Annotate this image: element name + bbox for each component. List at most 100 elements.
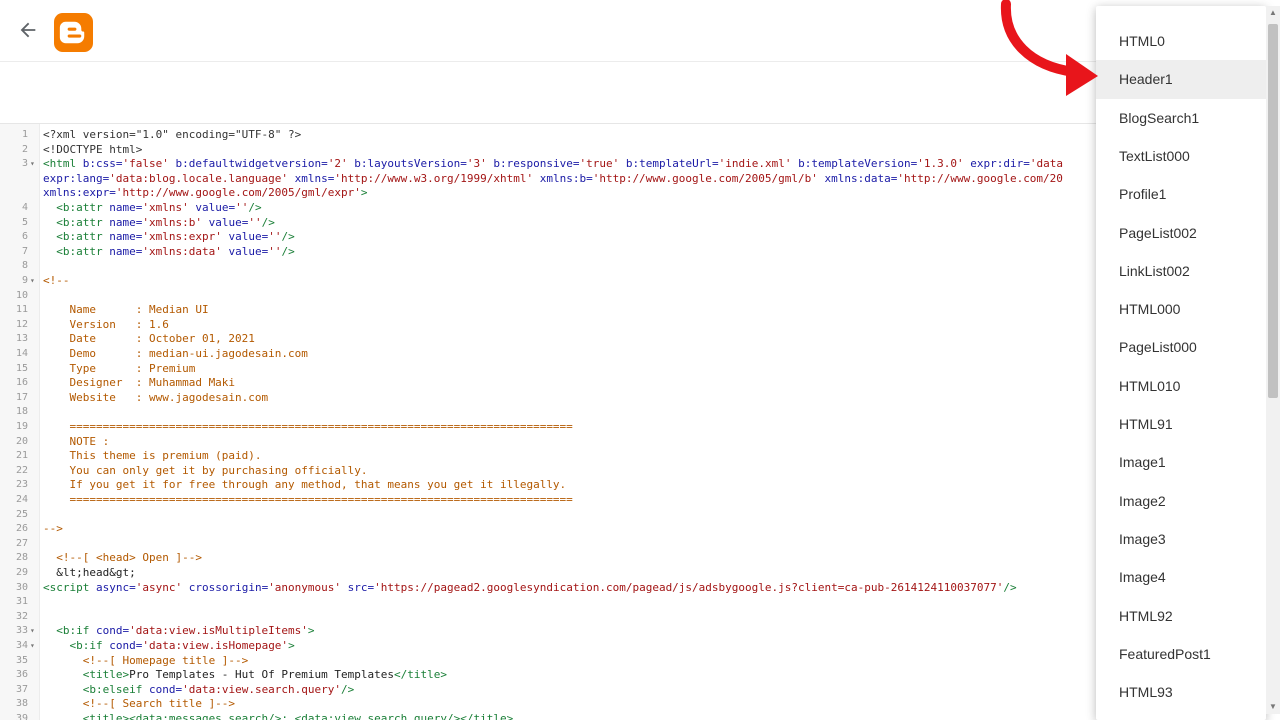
code-line[interactable]: 17 Website : www.jagodesain.com	[0, 391, 1280, 406]
code-line[interactable]: 14 Demo : median-ui.jagodesain.com	[0, 347, 1280, 362]
code-line[interactable]: 3 ▾ <html b:css='false' b:defaultwidgetver…	[0, 157, 1280, 172]
code-line[interactable]: 6 <b:attr name='xmlns:expr' value=''/>	[0, 230, 1280, 245]
fold-toggle-icon[interactable]: ▾	[30, 639, 38, 654]
code-token: b:responsive=	[486, 157, 580, 171]
code-token: <b:attr	[43, 215, 110, 229]
code-token: If you get it for free through any metho…	[43, 478, 567, 492]
code-line[interactable]: 35 <!--[ Homepage title ]-->	[0, 654, 1280, 669]
dropdown-item-pagelist002[interactable]: PageList002	[1096, 214, 1266, 252]
code-line[interactable]: 28 <!--[ <head> Open ]-->	[0, 551, 1280, 566]
dropdown-item-html000[interactable]: HTML000	[1096, 290, 1266, 328]
code-line[interactable]: 31	[0, 595, 1280, 610]
dropdown-item-html0[interactable]: HTML0	[1096, 22, 1266, 60]
dropdown-item-linklist002[interactable]: LinkList002	[1096, 252, 1266, 290]
code-line[interactable]: 20 NOTE :	[0, 435, 1280, 450]
line-number: 16	[15, 377, 28, 389]
dropdown-item-image4[interactable]: Image4	[1096, 558, 1266, 596]
code-line[interactable]: 33 ▾ <b:if cond='data:view.isMultipleItem…	[0, 624, 1280, 639]
code-line[interactable]: 15 Type : Premium	[0, 362, 1280, 377]
code-line[interactable]: 30 <script async='async' crossorigin='ano…	[0, 581, 1280, 596]
dropdown-scrollbar[interactable]: ▲ ▼	[1266, 6, 1280, 714]
fold-toggle-icon[interactable]: ▾	[30, 157, 38, 172]
code-line[interactable]: 12 Version : 1.6	[0, 318, 1280, 333]
code-token: />	[341, 682, 355, 696]
dropdown-item-header1[interactable]: Header1	[1096, 60, 1266, 99]
code-line[interactable]: 13 Date : October 01, 2021	[0, 332, 1280, 347]
code-line[interactable]: 34 ▾ <b:if cond='data:view.isHomepage'>	[0, 639, 1280, 654]
code-line[interactable]: 16 Designer : Muhammad Maki	[0, 376, 1280, 391]
code-text: &lt;head&gt;	[43, 566, 135, 581]
dropdown-item-textlist000[interactable]: TextList000	[1096, 137, 1266, 175]
fold-toggle-icon[interactable]: ▾	[30, 274, 38, 289]
code-line[interactable]: 32	[0, 610, 1280, 625]
code-line[interactable]: 1 <?xml version="1.0" encoding="UTF-8" ?>	[0, 128, 1280, 143]
scrollbar-thumb[interactable]	[1268, 24, 1278, 398]
code-token: Designer : Muhammad Maki	[43, 376, 236, 390]
code-text: <!--[ <head> Open ]-->	[43, 551, 202, 566]
scroll-up-icon[interactable]: ▲	[1268, 8, 1278, 18]
code-text: xmlns:expr='http://www.google.com/2005/g…	[43, 186, 368, 201]
line-number: 12	[15, 318, 28, 330]
code-line[interactable]: 8	[0, 259, 1280, 274]
code-editor[interactable]: 1 <?xml version="1.0" encoding="UTF-8" ?>…	[0, 124, 1280, 720]
code-text: If you get it for free through any metho…	[43, 478, 566, 493]
code-line[interactable]: 4 <b:attr name='xmlns' value=''/>	[0, 201, 1280, 216]
dropdown-item-profile1[interactable]: Profile1	[1096, 175, 1266, 213]
code-line[interactable]: 11 Name : Median UI	[0, 303, 1280, 318]
code-token: This theme is premium (paid).	[43, 449, 262, 463]
line-number: 22	[15, 464, 28, 476]
dropdown-item-html010[interactable]: HTML010	[1096, 367, 1266, 405]
code-token: 'indie.xml'	[718, 157, 792, 171]
dropdown-item-image1[interactable]: Image1	[1096, 443, 1266, 481]
dropdown-item-html91[interactable]: HTML91	[1096, 405, 1266, 443]
code-line[interactable]: 5 <b:attr name='xmlns:b' value=''/>	[0, 216, 1280, 231]
dropdown-item-pagelist000[interactable]: PageList000	[1096, 328, 1266, 366]
code-token: 'http://www.google.com/2005/gml/b'	[592, 171, 818, 185]
code-token: >	[360, 186, 368, 200]
code-text: <!--[ Search title ]-->	[43, 697, 235, 712]
dropdown-item-image3[interactable]: Image3	[1096, 520, 1266, 558]
code-line[interactable]: 9 ▾ <!--	[0, 274, 1280, 289]
code-token: <?xml version="1.0" encoding="UTF-8" ?>	[43, 128, 302, 141]
code-line[interactable]: 39 <title><data:messages.search/>: <data…	[0, 712, 1280, 720]
line-number: 24	[15, 494, 28, 505]
code-line[interactable]: 38 <!--[ Search title ]-->	[0, 697, 1280, 712]
code-line[interactable]: 37 <b:elseif cond='data:view.search.quer…	[0, 683, 1280, 698]
code-line[interactable]: xmlns:expr='http://www.google.com/2005/g…	[0, 186, 1280, 201]
line-number: 37	[15, 683, 28, 695]
blogger-logo-icon[interactable]	[54, 13, 93, 52]
code-line[interactable]: 26 -->	[0, 522, 1280, 537]
code-line[interactable]: 2 <!DOCTYPE html>	[0, 143, 1280, 158]
dropdown-item-featuredpost1[interactable]: FeaturedPost1	[1096, 635, 1266, 673]
line-number: 33	[15, 625, 28, 637]
code-text: Type : Premium	[43, 362, 195, 377]
scroll-down-icon[interactable]: ▼	[1268, 702, 1278, 712]
code-line[interactable]: 24 =====================================…	[0, 493, 1280, 508]
line-number: 3	[21, 158, 28, 170]
code-line[interactable]: 21 This theme is premium (paid).	[0, 449, 1280, 464]
dropdown-item-html92[interactable]: HTML92	[1096, 597, 1266, 635]
code-line[interactable]: expr:lang='data:blog.locale.language' xm…	[0, 172, 1280, 187]
code-line[interactable]: 29 &lt;head&gt;	[0, 566, 1280, 581]
code-token: expr:lang=	[43, 171, 110, 185]
back-button[interactable]	[14, 16, 42, 44]
dropdown-item-html93[interactable]: HTML93	[1096, 673, 1266, 711]
code-token: 'http://www.google.com/2005/gml/expr'	[115, 186, 361, 200]
code-line[interactable]: 27	[0, 537, 1280, 552]
code-text: Date : October 01, 2021	[43, 332, 254, 347]
dropdown-item-blogsearch1[interactable]: BlogSearch1	[1096, 99, 1266, 137]
code-token: Pro Templates - Hut Of Premium Templates	[129, 668, 394, 682]
code-line[interactable]: 10	[0, 289, 1280, 304]
dropdown-item-image2[interactable]: Image2	[1096, 482, 1266, 520]
code-line[interactable]: 25	[0, 508, 1280, 523]
code-line[interactable]: 22 You can only get it by purchasing off…	[0, 464, 1280, 479]
fold-toggle-icon[interactable]: ▾	[30, 624, 38, 639]
code-line[interactable]: 36 <title>Pro Templates - Hut Of Premium…	[0, 668, 1280, 683]
code-line[interactable]: 7 <b:attr name='xmlns:data' value=''/>	[0, 245, 1280, 260]
code-line[interactable]: 18	[0, 405, 1280, 420]
code-line[interactable]: 23 If you get it for free through any me…	[0, 478, 1280, 493]
arrow-left-icon	[20, 22, 36, 38]
widget-jump-dropdown[interactable]: HTML0 Header1 BlogSearch1 TextList000 Profil…	[1096, 6, 1266, 720]
code-token: '1.3.0'	[917, 157, 964, 171]
code-line[interactable]: 19 =====================================…	[0, 420, 1280, 435]
